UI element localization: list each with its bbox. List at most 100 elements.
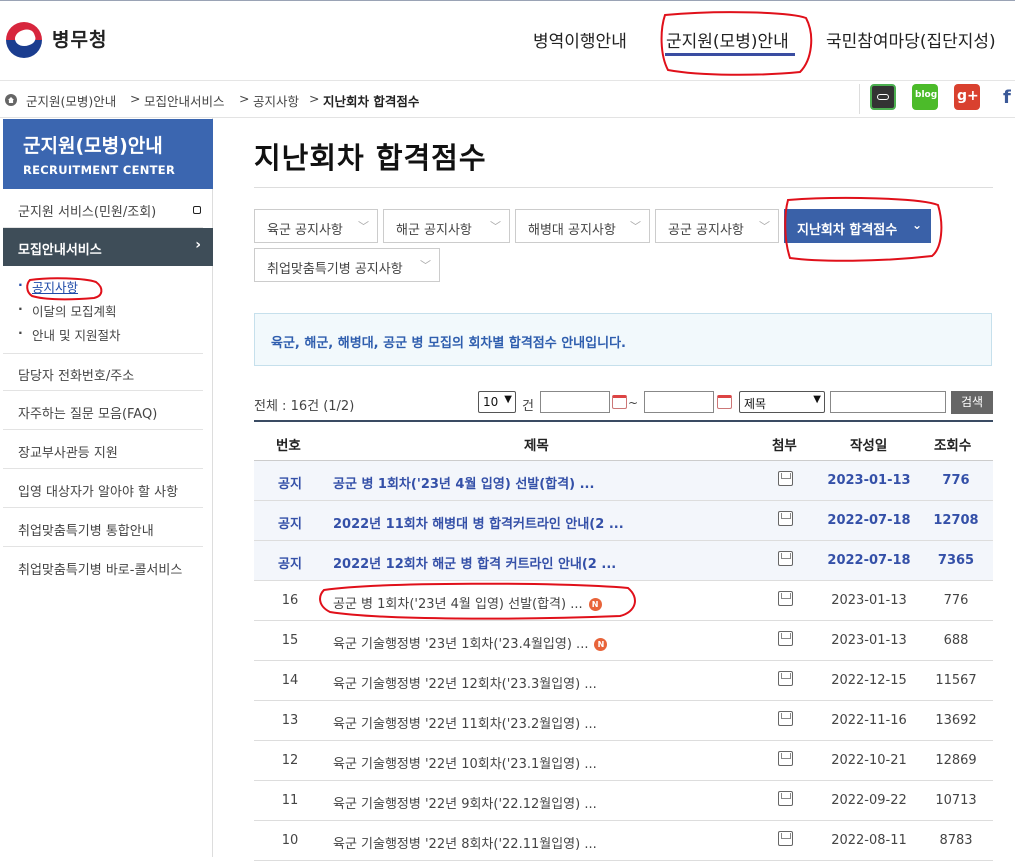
breadcrumb-item[interactable]: 모집안내서비스 (144, 91, 225, 110)
breadcrumb-separator: > (130, 91, 141, 106)
mma-logo-icon[interactable] (6, 22, 42, 58)
row-title-link[interactable]: 공군 병 1회차('23년 4월 입영) 선발(합격) ... N (333, 593, 602, 612)
row-title-link[interactable]: 육군 기술행정병 '22년 8회차('22.11월입영) ... (333, 833, 597, 852)
row-number: 11 (281, 793, 299, 808)
row-title-text: 공군 병 1회차('23년 4월 입영) 선발(합격) ... (333, 597, 583, 612)
table-row[interactable]: 15 육군 기술행정병 '23년 1회차('23.4월입영) ... N 2023-0… (254, 621, 993, 661)
row-date: 2022-10-21 (831, 753, 907, 768)
sidebar-item-contact[interactable]: 담당자 전화번호/주소 (3, 353, 203, 391)
sidebar-subitem-monthly-plan[interactable]: 이달의 모집계획 (18, 301, 117, 320)
sidebar-item-label: 군지원 서비스(민원/조회) (18, 205, 157, 220)
row-title-link[interactable]: 공군 병 1회차('23년 4월 입영) 선발(합격) ... (333, 473, 594, 492)
sidebar-item-job-specialty[interactable]: 취업맞춤특기병 통합안내 (3, 509, 203, 547)
sidebar-item-civil-service[interactable]: 군지원 서비스(민원/조회) (3, 190, 203, 228)
breadcrumb-item[interactable]: 공지사항 (253, 91, 299, 110)
attachment-icon[interactable] (778, 471, 793, 486)
sidebar-title: 군지원(모병)안내 (23, 135, 163, 157)
sidebar-subitem-notice[interactable]: 공지사항 (18, 277, 78, 296)
table-row[interactable]: 12 육군 기술행정병 '22년 10회차('23.1월입영) ... 2022-1… (254, 741, 993, 781)
row-title-link[interactable]: 육군 기술행정병 '22년 9회차('22.12월입영) ... (333, 793, 597, 812)
row-title-link[interactable]: 육군 기술행정병 '23년 1회차('23.4월입영) ... N (333, 633, 608, 652)
start-date-input[interactable] (540, 391, 610, 413)
row-title-text: 2022년 12회차 해군 병 합격 커트라인 안내(2 ... (333, 557, 617, 572)
sidebar-item-label: 입영 대상자가 알아야 할 사항 (18, 485, 179, 500)
row-number: 공지 (278, 517, 302, 532)
attachment-icon[interactable] (778, 711, 793, 726)
sidebar-item-label: 취업맞춤특기병 통합안내 (18, 524, 154, 539)
sidebar-item-enlistment-info[interactable]: 입영 대상자가 알아야 할 사항 (3, 470, 203, 508)
sidebar-item-call-service[interactable]: 취업맞춤특기병 바로-콜서비스 (3, 548, 203, 586)
sidebar-subitem-procedure[interactable]: 안내 및 지원절차 (18, 325, 121, 344)
row-views: 10713 (935, 793, 977, 808)
sidebar-item-faq[interactable]: 자주하는 질문 모음(FAQ) (3, 392, 203, 430)
per-page-select[interactable]: 10 ▼ (478, 391, 516, 413)
search-button[interactable]: 검색 (951, 391, 993, 414)
table-row[interactable]: 14 육군 기술행정병 '22년 12회차('23.3월입영) ... 2022-1… (254, 661, 993, 701)
breadcrumb-bar: 군지원(모병)안내 > 모집안내서비스 > 공지사항 > 지난회차 합격점수 (0, 82, 1015, 118)
attachment-icon[interactable] (778, 631, 793, 646)
search-field-value: 제목 (744, 397, 767, 411)
tab-marine-notice[interactable]: 해병대 공지사항 ﹀ (515, 209, 650, 243)
logo-text[interactable]: 병무청 (52, 25, 107, 52)
nav-military-service[interactable]: 병역이행안내 (533, 27, 627, 52)
row-views: 688 (943, 633, 969, 648)
row-date: 2022-11-16 (831, 713, 907, 728)
attachment-icon[interactable] (778, 511, 793, 526)
tab-past-scores[interactable]: 지난회차 합격점수 ⌄ (784, 209, 931, 243)
sidebar-subitem-label: 이달의 모집계획 (32, 304, 117, 319)
row-views: 8783 (939, 833, 973, 848)
tab-airforce-notice[interactable]: 공군 공지사항 ﹀ (655, 209, 779, 243)
blog-icon[interactable]: blog (912, 84, 938, 110)
table-row-notice[interactable]: 공지 2022년 11회차 해병대 병 합격커트라인 안내(2 ... 2022-0… (254, 501, 993, 541)
end-date-input[interactable] (644, 391, 714, 413)
google-plus-icon[interactable]: g+ (954, 84, 980, 110)
table-row[interactable]: 13 육군 기술행정병 '22년 11회차('23.2월입영) ... 2022-1… (254, 701, 993, 741)
per-page-unit: 건 (522, 399, 534, 414)
attachment-icon[interactable] (778, 591, 793, 606)
attachment-icon[interactable] (778, 671, 793, 686)
row-date: 2023-01-13 (827, 473, 911, 488)
row-views: 11567 (935, 673, 977, 688)
facebook-label: f (1003, 87, 1011, 108)
row-title-link[interactable]: 2022년 12회차 해군 병 합격 커트라인 안내(2 ... (333, 553, 616, 572)
attachment-icon[interactable] (778, 751, 793, 766)
attachment-icon[interactable] (778, 551, 793, 566)
sidebar-item-officer[interactable]: 장교부사관등 지원 (3, 431, 203, 469)
tab-label: 지난회차 합격점수 (797, 223, 898, 238)
breadcrumb-item[interactable]: 군지원(모병)안내 (26, 91, 116, 110)
calendar-icon[interactable] (717, 395, 732, 409)
table-row[interactable]: 10 육군 기술행정병 '22년 8회차('22.11월입영) ... 2022-0… (254, 821, 993, 861)
header-views: 조회수 (934, 438, 972, 454)
table-row-notice[interactable]: 공지 공군 병 1회차('23년 4월 입영) 선발(합격) ... 2023-01… (254, 461, 993, 501)
facebook-icon[interactable]: f (997, 84, 1015, 110)
search-field-select[interactable]: 제목 ▼ (739, 391, 825, 413)
tab-label: 육군 공지사항 (267, 223, 343, 238)
sidebar-subitem-label: 안내 및 지원절차 (32, 328, 121, 343)
tab-army-notice[interactable]: 육군 공지사항 ﹀ (254, 209, 378, 243)
row-title-link[interactable]: 육군 기술행정병 '22년 11회차('23.2월입영) ... (333, 713, 597, 732)
blog-label: blog (915, 90, 938, 100)
row-date: 2022-08-11 (831, 833, 907, 848)
nav-participation[interactable]: 국민참여마당(집단지성) (826, 27, 996, 52)
tab-job-specialty-notice[interactable]: 취업맞춤특기병 공지사항 ﹀ (254, 248, 440, 282)
nav-recruitment[interactable]: 군지원(모병)안내 (666, 27, 789, 52)
table-row[interactable]: 11 육군 기술행정병 '22년 9회차('22.12월입영) ... 2022-0… (254, 781, 993, 821)
row-views: 776 (943, 593, 969, 608)
calendar-icon[interactable] (612, 395, 627, 409)
sidebar-item-recruitment-service[interactable]: 모집안내서비스 › (3, 228, 213, 266)
tab-navy-notice[interactable]: 해군 공지사항 ﹀ (383, 209, 510, 243)
info-banner: 육군, 해군, 해병대, 공군 병 모집의 회차별 합격점수 안내입니다. (254, 313, 992, 366)
row-title-link[interactable]: 2022년 11회차 해병대 병 합격커트라인 안내(2 ... (333, 513, 624, 532)
table-row-notice[interactable]: 공지 2022년 12회차 해군 병 합격 커트라인 안내(2 ... 2022-0… (254, 541, 993, 581)
sidebar-subtitle: RECRUITMENT CENTER (23, 163, 176, 177)
table-row[interactable]: 16 공군 병 1회차('23년 4월 입영) 선발(합격) ... N 2023-0… (254, 581, 993, 621)
expand-icon[interactable] (193, 206, 201, 214)
attachment-icon[interactable] (778, 791, 793, 806)
row-title-link[interactable]: 육군 기술행정병 '22년 12회차('23.3월입영) ... (333, 673, 597, 692)
row-title-link[interactable]: 육군 기술행정병 '22년 10회차('23.1월입영) ... (333, 753, 597, 772)
attachment-icon[interactable] (778, 831, 793, 846)
search-input[interactable] (830, 391, 946, 413)
band-icon[interactable] (870, 84, 896, 110)
home-icon[interactable] (5, 94, 17, 106)
row-number: 공지 (278, 557, 302, 572)
